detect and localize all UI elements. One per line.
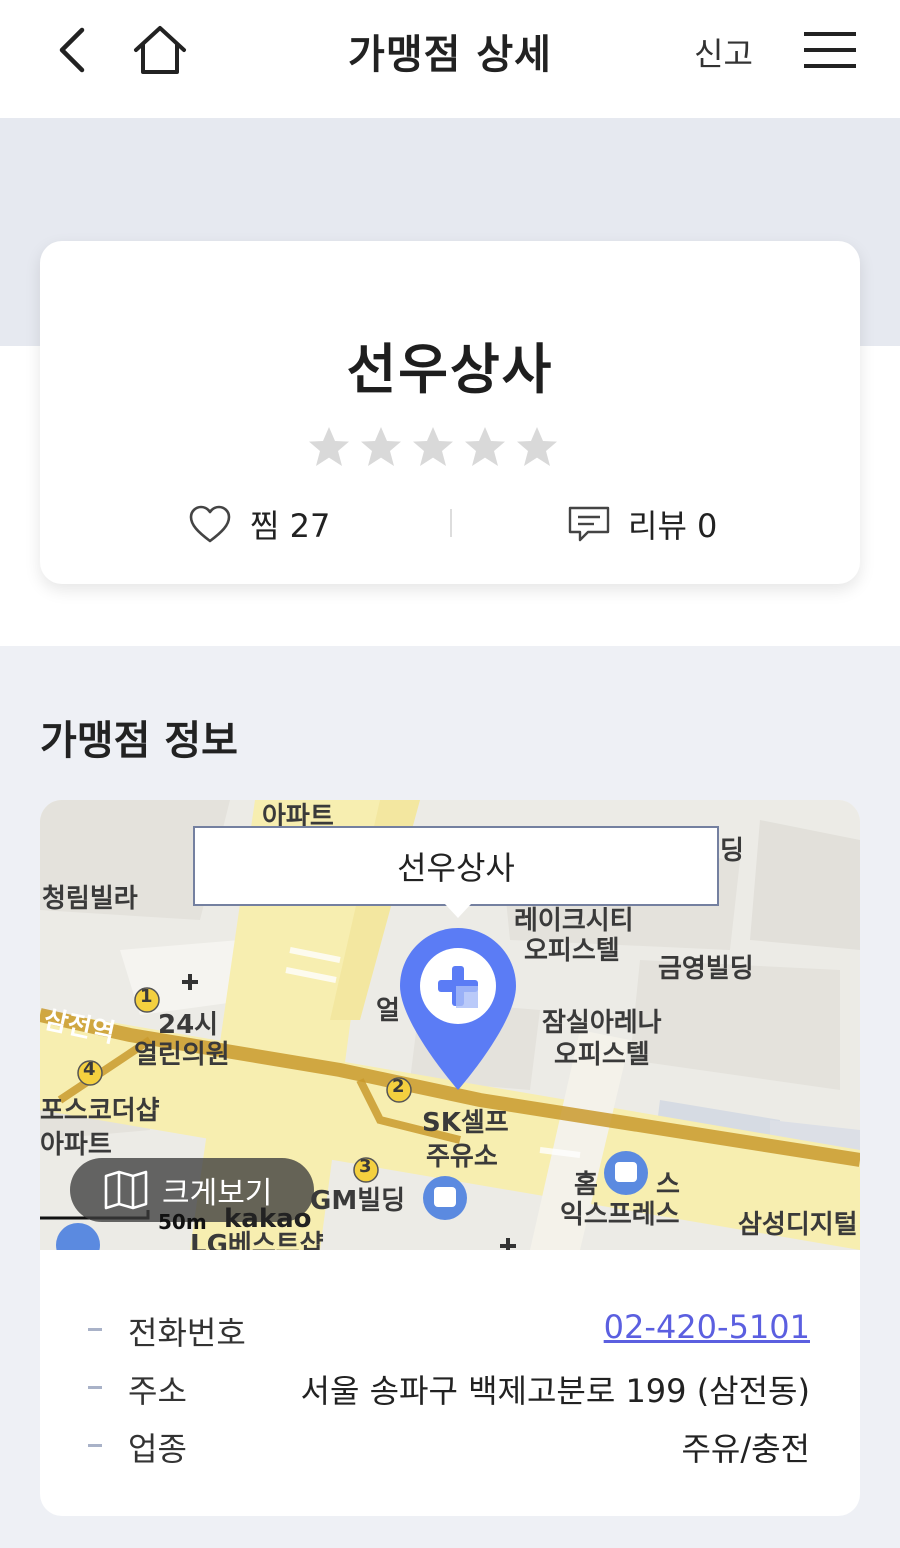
phone-link[interactable]: 02-420-5101: [604, 1308, 810, 1346]
map-label: 오피스텔: [524, 936, 620, 966]
map-label: 삼성디지털: [738, 1210, 858, 1240]
map-label: 포스코더샵: [40, 1096, 160, 1126]
bullet-dash: [88, 1444, 102, 1447]
station-number: 1: [140, 986, 153, 1007]
bullet-dash: [88, 1386, 102, 1389]
map-label: GM빌딩: [310, 1186, 406, 1216]
comment-icon: [568, 506, 610, 542]
star-rating: [305, 423, 565, 473]
star-icon: [465, 427, 505, 466]
store-info-card: 아파트 청림빌라 레이크시티 오피스텔 금영빌딩 삼전역 24시 열린의원 얼 …: [40, 800, 860, 1516]
star-icon: [361, 427, 401, 466]
info-label: 주소: [128, 1372, 187, 1410]
star-icon: [309, 427, 349, 466]
map-label: SK셀프: [422, 1108, 509, 1138]
top-app-bar: 가맹점 상세 신고: [0, 0, 900, 118]
page-title: 가맹점 상세: [348, 32, 552, 78]
info-label: 전화번호: [128, 1314, 246, 1352]
store-summary-card: 선우상사 찜 27 리뷰 0: [40, 241, 860, 584]
info-row-category: 업종 주유/충전: [40, 1420, 860, 1470]
map-provider-logo: kakao: [224, 1204, 312, 1234]
map-label: 오피스텔: [554, 1040, 650, 1070]
report-button[interactable]: 신고: [694, 29, 753, 75]
map-icon: [104, 1170, 148, 1210]
stat-divider: [450, 509, 452, 537]
heart-icon: [189, 505, 231, 543]
map-label: 금영빌딩: [658, 954, 754, 984]
map-callout: 선우상사: [193, 826, 719, 906]
map-label: 아파트: [40, 1130, 112, 1160]
map-label: 청림빌라: [42, 884, 138, 914]
star-icon: [413, 427, 453, 466]
review-button[interactable]: 리뷰 0: [566, 499, 717, 549]
map-label: 주유소: [426, 1142, 498, 1172]
map-label: 딩: [720, 836, 744, 866]
star-icon: [517, 427, 557, 466]
info-value: 주유/충전: [681, 1430, 810, 1468]
section-title: 가맹점 정보: [40, 718, 238, 764]
favorite-count: 찜 27: [250, 507, 331, 545]
favorite-button[interactable]: 찜 27: [188, 499, 330, 549]
store-map[interactable]: 아파트 청림빌라 레이크시티 오피스텔 금영빌딩 삼전역 24시 열린의원 얼 …: [40, 800, 860, 1250]
hamburger-menu-icon[interactable]: [802, 28, 858, 72]
info-row-address: 주소 서울 송파구 백제고분로 199 (삼전동): [40, 1362, 860, 1412]
info-value: 서울 송파구 백제고분로 199 (삼전동): [300, 1372, 810, 1410]
map-callout-tip: [445, 904, 471, 918]
station-number: 4: [83, 1059, 96, 1080]
location-pin-icon[interactable]: [394, 924, 522, 1096]
map-label: 익스프레스: [560, 1200, 680, 1230]
info-row-phone: 전화번호 02-420-5101: [40, 1304, 860, 1354]
review-count: 리뷰 0: [628, 507, 718, 545]
map-label: 열린의원: [134, 1040, 230, 1070]
info-label: 업종: [128, 1430, 187, 1468]
station-number: 3: [359, 1156, 372, 1177]
bullet-dash: [88, 1328, 102, 1331]
store-name: 선우상사: [346, 338, 554, 401]
map-scale-label: 50m: [158, 1210, 207, 1234]
